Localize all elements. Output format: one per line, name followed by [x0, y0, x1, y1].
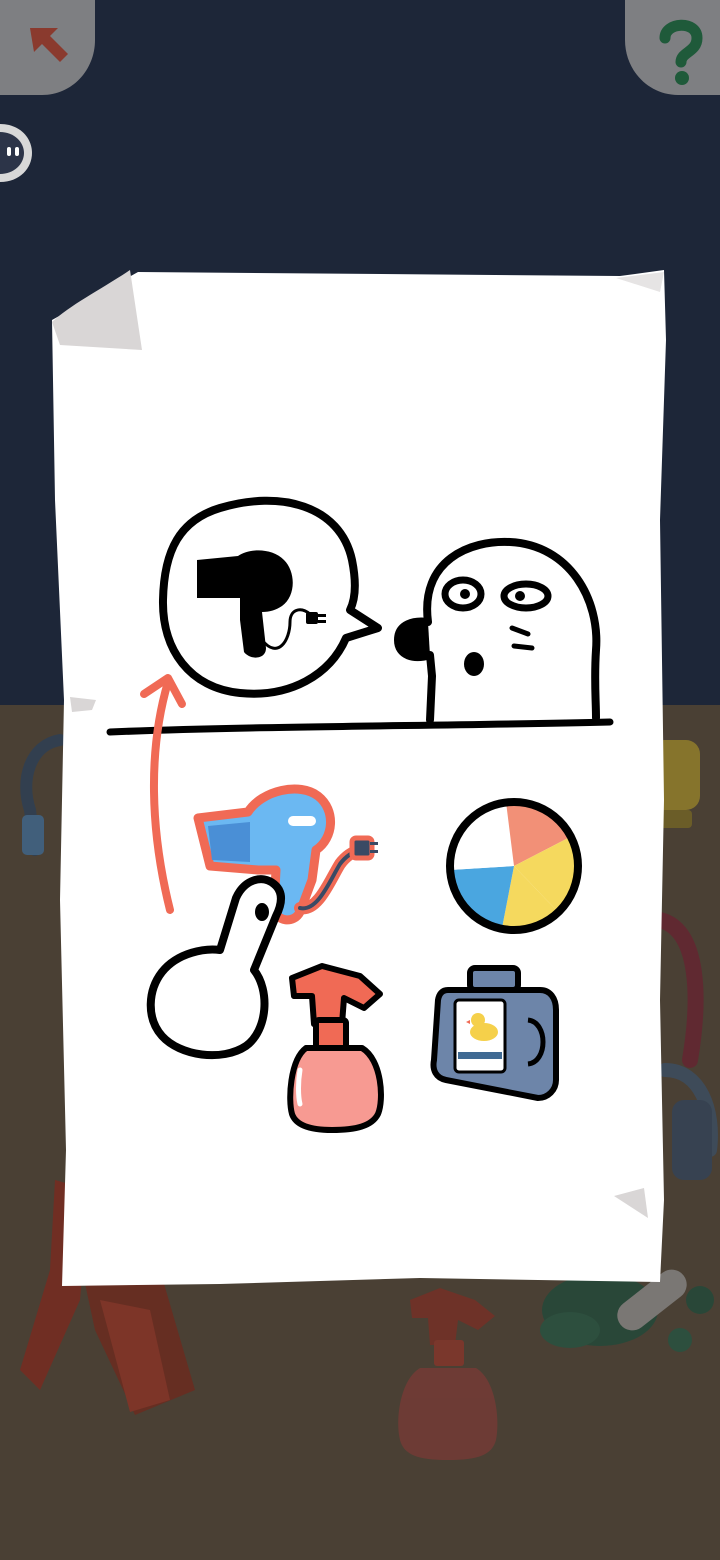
beach-ball-icon[interactable] — [446, 798, 582, 934]
paper-sheet — [52, 270, 666, 1286]
detergent-bottle-icon[interactable] — [430, 965, 559, 1101]
hint-card — [52, 270, 666, 1286]
tape-top-left — [52, 270, 142, 350]
